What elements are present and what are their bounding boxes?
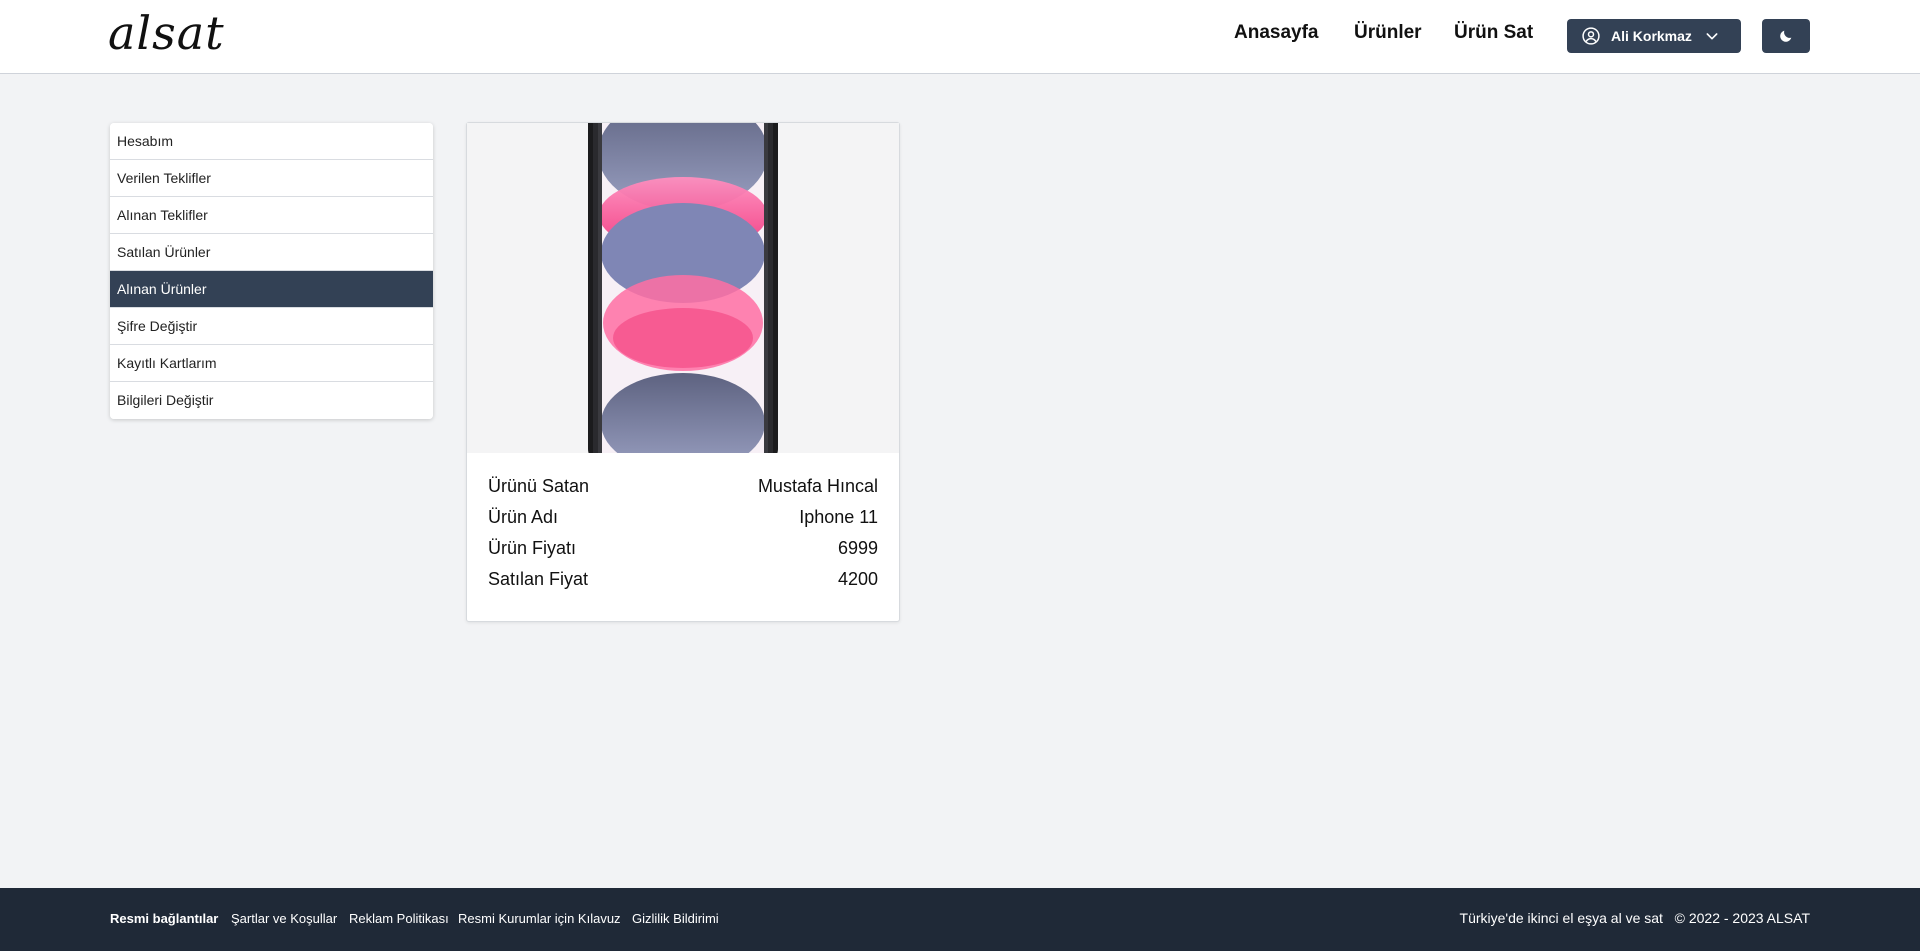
product-price-value: 6999 <box>837 538 878 558</box>
footer-link-privacy[interactable]: Gizlilik Bildirimi <box>632 911 719 926</box>
sidebar-item-saved-cards[interactable]: Kayıtlı Kartlarım <box>110 345 433 382</box>
footer-copyright: © 2022 - 2023 ALSAT <box>1674 910 1810 926</box>
sold-price-label: Satılan Fiyat <box>488 569 589 589</box>
sidebar-item-sold-products[interactable]: Satılan Ürünler <box>110 234 433 271</box>
product-card[interactable]: Ürünü Satan Mustafa Hıncal Ürün Adı Ipho… <box>466 122 900 622</box>
product-name-row: Ürün Adı Iphone 11 <box>488 507 878 535</box>
moon-icon <box>1780 30 1792 42</box>
site-footer: Resmi bağlantılar Şartlar ve Koşullar Re… <box>0 888 1920 951</box>
sidebar-item-bought-products[interactable]: Alınan Ürünler <box>110 271 433 308</box>
footer-link-terms[interactable]: Şartlar ve Koşullar <box>231 911 337 926</box>
sidebar-item-account[interactable]: Hesabım <box>110 123 433 160</box>
footer-title: Resmi bağlantılar <box>110 911 219 926</box>
account-sidebar-menu: Hesabım Verilen Teklifler Alınan Teklifl… <box>110 123 433 419</box>
user-circle-icon <box>1582 27 1600 45</box>
top-navbar: alsat Anasayfa Ürünler Ürün Sat Ali Kork… <box>0 0 1920 74</box>
seller-row: Ürünü Satan Mustafa Hıncal <box>488 476 878 504</box>
sidebar-item-edit-info[interactable]: Bilgileri Değiştir <box>110 382 433 419</box>
product-price-row: Ürün Fiyatı 6999 <box>488 538 878 566</box>
sidebar-item-given-offers[interactable]: Verilen Teklifler <box>110 160 433 197</box>
dark-mode-toggle-button[interactable] <box>1762 19 1810 53</box>
product-image <box>467 123 899 453</box>
nav-sell-link[interactable]: Ürün Sat <box>1454 22 1533 44</box>
sidebar-item-received-offers[interactable]: Alınan Teklifler <box>110 197 433 234</box>
nav-products-link[interactable]: Ürünler <box>1354 22 1422 44</box>
sold-price-value: 4200 <box>837 569 878 589</box>
user-menu-button[interactable]: Ali Korkmaz <box>1567 19 1741 53</box>
footer-link-ad-policy[interactable]: Reklam Politikası <box>349 911 449 926</box>
site-logo[interactable]: alsat <box>108 6 225 60</box>
sidebar-item-change-password[interactable]: Şifre Değiştir <box>110 308 433 345</box>
sold-price-row: Satılan Fiyat 4200 <box>488 569 878 597</box>
footer-link-institutions-guide[interactable]: Resmi Kurumlar için Kılavuz <box>458 911 621 926</box>
seller-label: Ürünü Satan <box>488 476 590 496</box>
footer-tagline: Türkiye'de ikinci el eşya al ve sat <box>1459 910 1663 926</box>
seller-value: Mustafa Hıncal <box>757 476 878 496</box>
product-name-label: Ürün Adı <box>488 507 559 527</box>
chevron-down-icon <box>1706 33 1718 40</box>
product-price-label: Ürün Fiyatı <box>488 538 577 558</box>
product-name-value: Iphone 11 <box>799 507 878 527</box>
user-name-label: Ali Korkmaz <box>1611 28 1692 44</box>
nav-home-link[interactable]: Anasayfa <box>1234 22 1319 44</box>
footer-right-text: Türkiye'de ikinci el eşya al ve sat © 20… <box>1460 910 1810 926</box>
